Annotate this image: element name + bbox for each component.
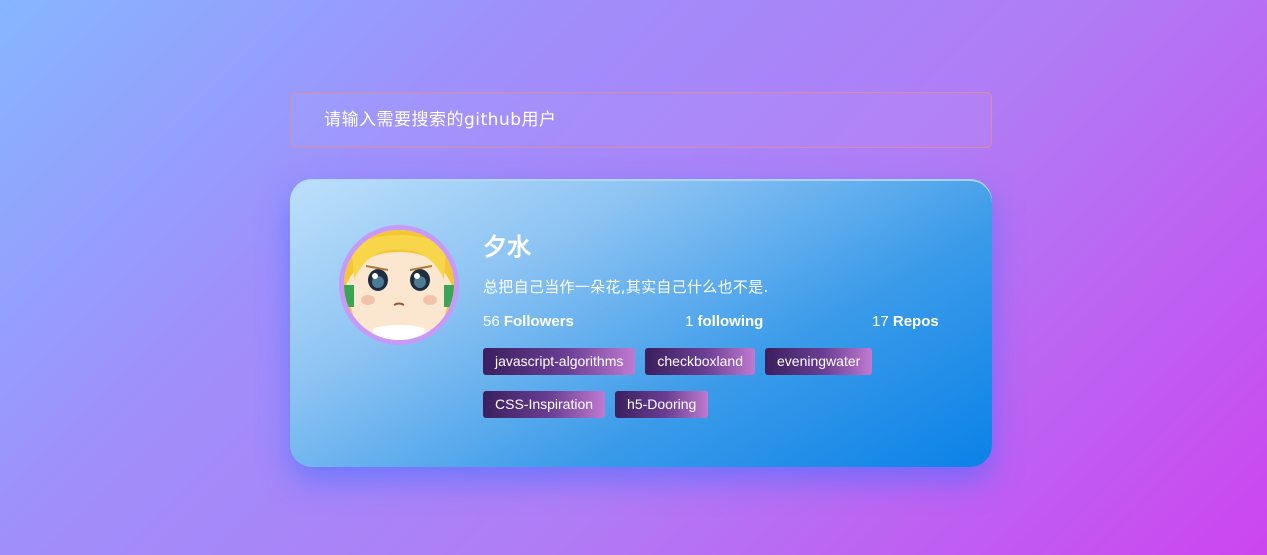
repo-tag[interactable]: checkboxland bbox=[645, 348, 755, 375]
following-label: following bbox=[697, 313, 764, 330]
avatar-image bbox=[344, 230, 454, 340]
followers-count: 56 bbox=[483, 313, 500, 330]
repos-stat: 17 Repos bbox=[872, 313, 939, 330]
repo-tag[interactable]: CSS-Inspiration bbox=[483, 391, 606, 418]
repos-label: Repos bbox=[892, 313, 939, 330]
repo-tag[interactable]: h5-Dooring bbox=[615, 391, 709, 418]
user-name: 夕水 bbox=[483, 233, 531, 261]
repo-tag[interactable]: javascript-algorithms bbox=[483, 348, 636, 375]
search-input[interactable] bbox=[324, 93, 991, 147]
followers-stat: 56 Followers bbox=[483, 313, 574, 330]
repos-count: 17 bbox=[872, 313, 889, 330]
search-box[interactable] bbox=[290, 92, 992, 148]
repo-tag[interactable]: eveningwater bbox=[765, 348, 873, 375]
following-stat: 1 following bbox=[685, 313, 763, 330]
user-stats: 56 Followers 1 following 17 Repos bbox=[483, 313, 943, 333]
user-bio: 总把自己当作一朵花,其实自己什么也不是. bbox=[483, 278, 769, 296]
repo-list: javascript-algorithms checkboxland eveni… bbox=[483, 348, 953, 418]
avatar bbox=[339, 225, 459, 345]
following-count: 1 bbox=[685, 313, 694, 330]
followers-label: Followers bbox=[503, 313, 574, 330]
user-card: 夕水 总把自己当作一朵花,其实自己什么也不是. 56 Followers 1 f… bbox=[290, 179, 992, 467]
